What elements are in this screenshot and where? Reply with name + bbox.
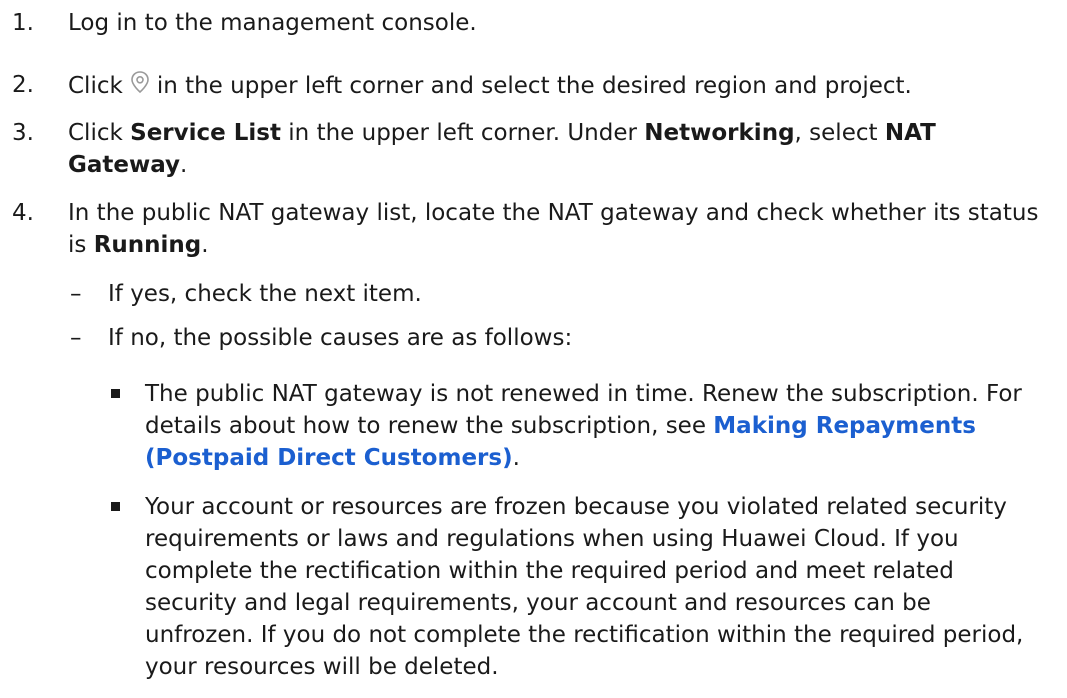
step-text: Click in the upper left corner and select… [68,69,1047,102]
step-number: 1. [12,10,34,36]
square-bullet-icon [111,389,120,398]
bullet-text: Your account or resources are frozen bec… [145,494,1024,680]
step-number: 2. [12,72,34,98]
dash-marker: – [70,281,82,307]
step-number: 3. [12,120,34,146]
step-text: Log in to the management console. [68,10,477,36]
ui-term: Running [93,232,202,258]
step-text: In the public NAT gateway list, locate t… [68,200,1039,258]
square-bullet-icon [111,502,120,511]
step-text: Click Service List in the upper left cor… [68,120,936,178]
step-number: 4. [12,200,34,226]
ui-term: Networking [644,120,795,146]
dash-marker: – [70,325,82,351]
ui-term: Service List [130,120,281,146]
location-pin-icon [127,69,153,95]
bullet-text: The public NAT gateway is not renewed in… [145,381,1022,471]
sub-item-text: If yes, check the next item. [108,281,422,307]
sub-item-text: If no, the possible causes are as follow… [108,325,573,351]
